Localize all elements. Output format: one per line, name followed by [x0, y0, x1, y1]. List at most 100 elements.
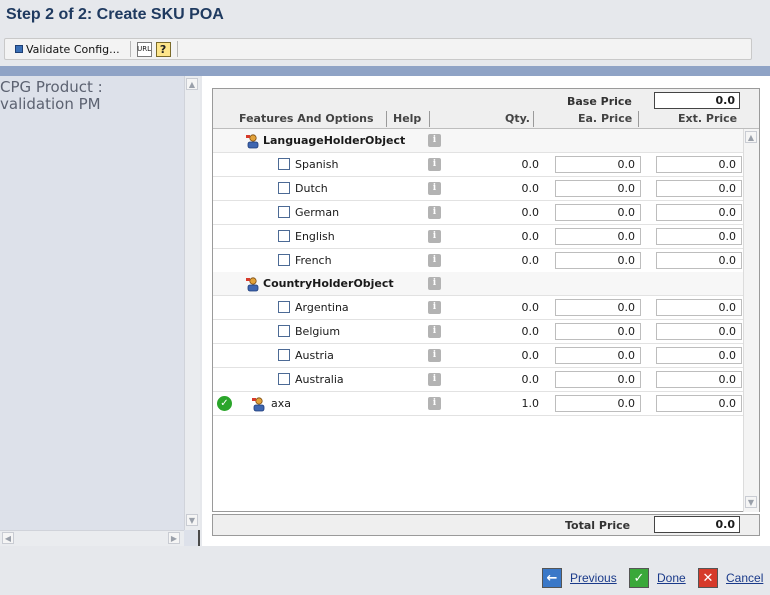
option-row: German i 0.0 0.0 0.0: [213, 201, 743, 225]
column-ea-price: Ea. Price: [578, 112, 633, 125]
ext-price-input[interactable]: 0.0: [656, 155, 742, 173]
ext-price-input[interactable]: 0.0: [656, 203, 742, 221]
toolbar: Validate Config... URL ?: [4, 38, 752, 60]
option-checkbox[interactable]: [278, 205, 290, 218]
base-price-label: Base Price: [567, 95, 632, 108]
option-checkbox[interactable]: [278, 229, 290, 242]
back-arrow-icon: ←: [542, 568, 562, 588]
option-checkbox[interactable]: [278, 181, 290, 194]
ea-price-input[interactable]: 0.0: [555, 155, 641, 173]
info-icon[interactable]: i: [428, 134, 441, 147]
scroll-down-arrow-icon[interactable]: ▼: [186, 514, 198, 526]
cancel-button[interactable]: ✕ Cancel: [698, 568, 763, 588]
scroll-up-arrow-icon[interactable]: ▲: [186, 78, 198, 90]
scroll-up-arrow-icon[interactable]: ▲: [745, 131, 757, 143]
column-divider: [429, 111, 430, 127]
qty-value: 0.0: [521, 373, 540, 386]
info-icon[interactable]: i: [428, 373, 441, 386]
ext-price-input[interactable]: 0.0: [656, 179, 742, 197]
qty-value: 0.0: [521, 325, 540, 339]
column-divider: [386, 111, 387, 127]
validate-config-button[interactable]: Validate Config...: [15, 43, 124, 56]
ea-price-input[interactable]: 0.0: [555, 203, 641, 221]
scroll-right-arrow-icon[interactable]: ▶: [168, 532, 180, 544]
ext-price-input[interactable]: 0.0: [656, 394, 742, 412]
header-band: [0, 66, 770, 76]
total-price-bar: Total Price 0.0: [212, 514, 760, 536]
product-title-line1: CPG Product :: [0, 78, 103, 96]
info-icon[interactable]: i: [428, 205, 441, 219]
column-features: Features And Options: [239, 112, 374, 125]
option-checkbox[interactable]: [278, 301, 290, 314]
info-icon[interactable]: i: [428, 181, 441, 195]
group-label: LanguageHolderObject: [263, 134, 406, 147]
ext-price-input[interactable]: 0.0: [656, 299, 742, 317]
cancel-label: Cancel: [726, 571, 764, 585]
ea-price-input[interactable]: 0.0: [555, 299, 641, 317]
option-row: Spanish i 0.0 0.0 0.0: [213, 153, 743, 177]
option-row: Australia i 0.0 0.0 0.0: [213, 368, 743, 392]
ea-price-input[interactable]: 0.0: [555, 323, 641, 341]
info-icon[interactable]: i: [428, 349, 441, 363]
validate-icon: [15, 45, 23, 53]
option-checkbox[interactable]: [278, 157, 290, 170]
base-price-value: 0.0: [654, 92, 740, 109]
ext-price-input[interactable]: 0.0: [656, 323, 742, 341]
features-grid: Base Price 0.0 Features And Options Help…: [212, 88, 760, 512]
url-icon[interactable]: URL: [136, 41, 152, 57]
option-label: English: [295, 229, 335, 243]
ext-price-input[interactable]: 0.0: [656, 227, 742, 245]
option-row: Austria i 0.0 0.0 0.0: [213, 344, 743, 369]
validate-config-label: Validate Config...: [26, 42, 120, 56]
ea-price-input[interactable]: 0.0: [555, 227, 641, 245]
done-button[interactable]: ✓ Done: [629, 568, 686, 588]
option-checkbox[interactable]: [278, 373, 290, 385]
ext-price-input[interactable]: 0.0: [656, 371, 742, 388]
total-price-label: Total Price: [565, 519, 631, 532]
option-checkbox[interactable]: [278, 325, 290, 338]
toolbar-divider: [176, 41, 178, 57]
scroll-down-arrow-icon[interactable]: ▼: [745, 496, 757, 508]
option-label: Austria: [295, 349, 334, 363]
info-icon[interactable]: i: [428, 277, 441, 291]
option-checkbox[interactable]: [278, 349, 290, 362]
option-label: Argentina: [295, 301, 349, 315]
product-title: CPG Product : validation PM: [0, 79, 103, 113]
footer: ← Previous ✓ Done ✕ Cancel: [0, 546, 770, 595]
help-icon[interactable]: ?: [155, 41, 171, 57]
ea-price-input[interactable]: 0.0: [555, 371, 641, 388]
ea-price-input[interactable]: 0.0: [555, 394, 641, 412]
left-vertical-scrollbar[interactable]: ▲ ▼: [184, 76, 200, 530]
grid-header: Base Price 0.0 Features And Options Help…: [213, 89, 759, 129]
option-row: English i 0.0 0.0 0.0: [213, 225, 743, 249]
option-label: Spanish: [295, 157, 339, 171]
info-icon[interactable]: i: [428, 229, 441, 243]
column-help: Help: [393, 112, 422, 125]
ext-price-input[interactable]: 0.0: [656, 251, 742, 269]
info-icon[interactable]: i: [428, 396, 441, 410]
info-icon[interactable]: i: [428, 253, 441, 267]
object-icon: [251, 396, 267, 412]
ea-price-input[interactable]: 0.0: [555, 251, 641, 269]
group-label: CountryHolderObject: [263, 277, 394, 291]
option-label: Australia: [295, 373, 344, 386]
column-qty: Qty.: [505, 112, 530, 125]
option-checkbox[interactable]: [278, 253, 290, 266]
previous-button[interactable]: ← Previous: [542, 568, 617, 588]
qty-value: 0.0: [521, 229, 540, 243]
info-icon[interactable]: i: [428, 325, 441, 339]
done-label: Done: [657, 571, 686, 585]
option-row: Argentina i 0.0 0.0 0.0: [213, 296, 743, 321]
option-label: German: [295, 205, 340, 219]
info-icon[interactable]: i: [428, 301, 441, 315]
object-icon: [245, 276, 261, 292]
ext-price-input[interactable]: 0.0: [656, 347, 742, 365]
ea-price-input[interactable]: 0.0: [555, 179, 641, 197]
ea-price-input[interactable]: 0.0: [555, 347, 641, 365]
checkmark-icon: ✓: [629, 568, 649, 588]
grid-vertical-scrollbar[interactable]: ▲ ▼: [743, 129, 759, 512]
scroll-left-arrow-icon[interactable]: ◀: [2, 532, 14, 544]
close-icon: ✕: [698, 568, 718, 588]
info-icon[interactable]: i: [428, 157, 441, 171]
left-horizontal-scrollbar[interactable]: ◀ ▶: [0, 530, 184, 546]
